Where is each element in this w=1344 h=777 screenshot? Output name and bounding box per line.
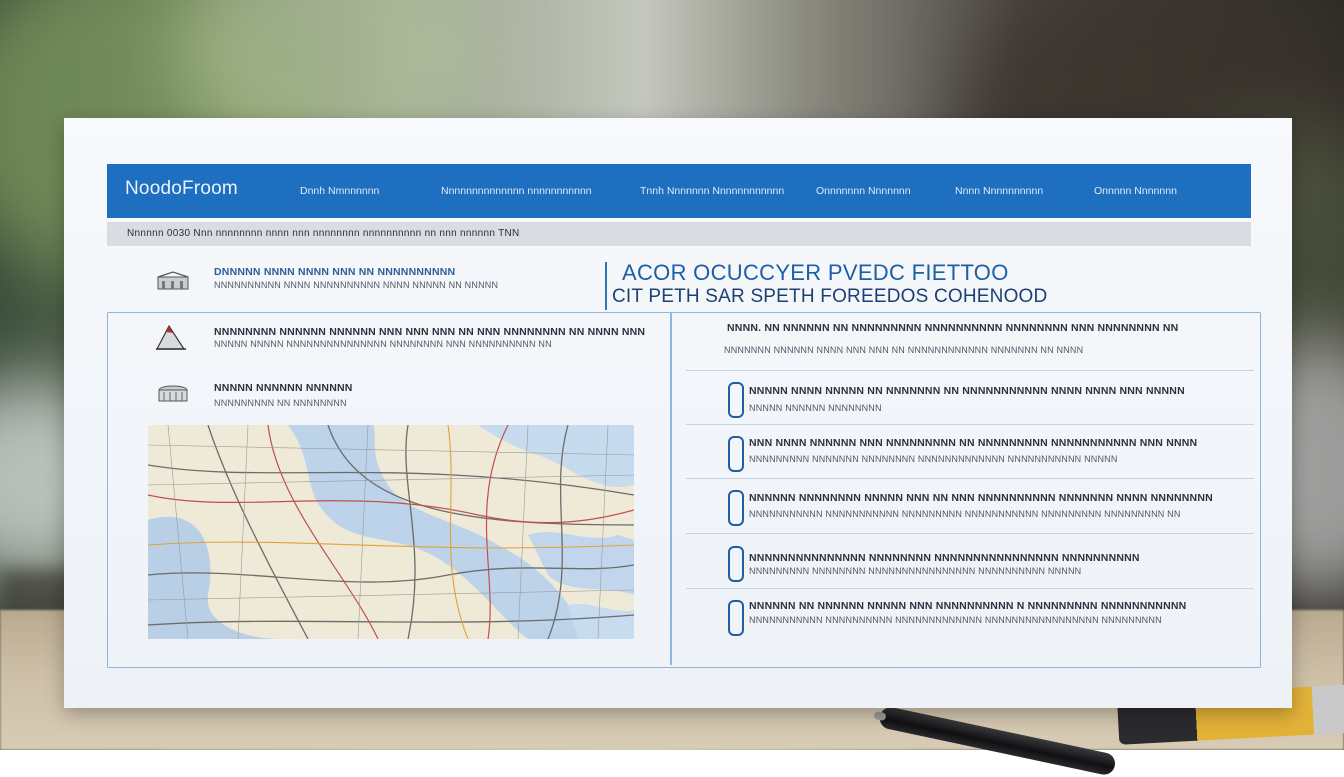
bracket-icon (728, 490, 744, 526)
right-item-3-title[interactable]: NNNNNN NNNNNNNN NNNNN NNN NN NNN NNNNNNN… (749, 492, 1213, 504)
map-image[interactable] (148, 425, 634, 639)
nav-item-4[interactable]: Onnnnnnn Nnnnnnn (816, 185, 911, 197)
bracket-icon (728, 382, 744, 418)
separator (686, 588, 1254, 589)
bracket-icon (728, 436, 744, 472)
nav-item-6[interactable]: Onnnnn Nnnnnnn (1094, 185, 1177, 197)
nav-item-5[interactable]: Nnnn Nnnnnnnnnn (955, 185, 1043, 197)
right-item-3-sub: NNNNNNNNNNN NNNNNNNNNNN NNNNNNNNN NNNNNN… (749, 509, 1181, 519)
right-item-1-sub: NNNNN NNNNNN NNNNNNNN (749, 403, 882, 413)
separator (686, 478, 1254, 479)
right-top-sub: NNNNNNN NNNNNN NNNN NNN NNN NN NNNNNNNNN… (724, 345, 1084, 355)
right-item-4-title[interactable]: NNNNNNNNNNNNNNN NNNNNNNN NNNNNNNNNNNNNNN… (749, 552, 1140, 564)
right-item-5-title[interactable]: NNNNNN NN NNNNNN NNNNN NNN NNNNNNNNNN N … (749, 600, 1186, 612)
right-item-2-sub: NNNNNNNNN NNNNNNN NNNNNNNN NNNNNNNNNNNNN… (749, 454, 1118, 464)
right-item-5-sub: NNNNNNNNNNN NNNNNNNNNN NNNNNNNNNNNNN NNN… (749, 615, 1162, 625)
page-headline: ACOR OCUCCYER PVEDC FIETTOO (622, 260, 1009, 285)
separator (686, 533, 1254, 534)
nav-item-3[interactable]: Tnnh Nnnnnnn Nnnnnnnnnnnn (640, 185, 784, 197)
right-item-4-sub: NNNNNNNNN NNNNNNNN NNNNNNNNNNNNNNNN NNNN… (749, 566, 1082, 576)
bracket-icon (728, 600, 744, 636)
building-icon (157, 271, 189, 290)
page-subhead: CIT PETH SAR SPETH FOREEDOS COHENOOD (612, 286, 1048, 307)
left-row-1-title[interactable]: DNNNNN NNNN NNNN NNN NN NNNNNNNNNN (214, 266, 455, 278)
map-graphic (148, 425, 634, 639)
stadium-icon (158, 385, 188, 402)
webpage-mockup-sheet: NoodoFroom Dnnh Nmnnnnnn Nnnnnnnnnnnnnn … (64, 118, 1292, 708)
right-item-1-title[interactable]: NNNNN NNNN NNNNN NN NNNNNNN NN NNNNNNNNN… (749, 385, 1185, 397)
separator (686, 370, 1254, 371)
headline-divider (605, 262, 607, 310)
nav-item-1[interactable]: Dnnh Nmnnnnnn (300, 185, 379, 197)
right-item-2-title[interactable]: NNN NNNN NNNNNN NNN NNNNNNNNN NN NNNNNNN… (749, 437, 1197, 449)
panel-split (670, 313, 672, 665)
left-row-3-title[interactable]: NNNNN NNNNNN NNNNNN (214, 382, 353, 394)
left-row-1-sub: NNNNNNNNNN NNNN NNNNNNNNNN NNNN NNNNN NN… (214, 280, 499, 290)
site-logo[interactable]: NoodoFroom (125, 178, 238, 200)
top-navbar: NoodoFroom Dnnh Nmnnnnnn Nnnnnnnnnnnnnn … (107, 164, 1251, 218)
info-bar-text: Nnnnnn 0030 Nnn nnnnnnnn nnnn nnn nnnnnn… (127, 228, 520, 239)
left-row-2-title[interactable]: NNNNNNNN NNNNNN NNNNNN NNN NNN NNN NN NN… (214, 326, 645, 338)
info-bar: Nnnnnn 0030 Nnn nnnnnnnn nnnn nnn nnnnnn… (107, 222, 1251, 246)
left-row-2-sub: NNNNN NNNNN NNNNNNNNNNNNNNN NNNNNNNN NNN… (214, 339, 552, 349)
left-row-3-sub: NNNNNNNNN NN NNNNNNNN (214, 398, 347, 408)
separator (686, 424, 1254, 425)
mountain-icon (156, 324, 186, 350)
bracket-icon (728, 546, 744, 582)
right-top-title[interactable]: NNNN. NN NNNNNN NN NNNNNNNNN NNNNNNNNNN … (727, 322, 1178, 334)
nav-item-2[interactable]: Nnnnnnnnnnnnnn nnnnnnnnnnn (441, 185, 592, 197)
